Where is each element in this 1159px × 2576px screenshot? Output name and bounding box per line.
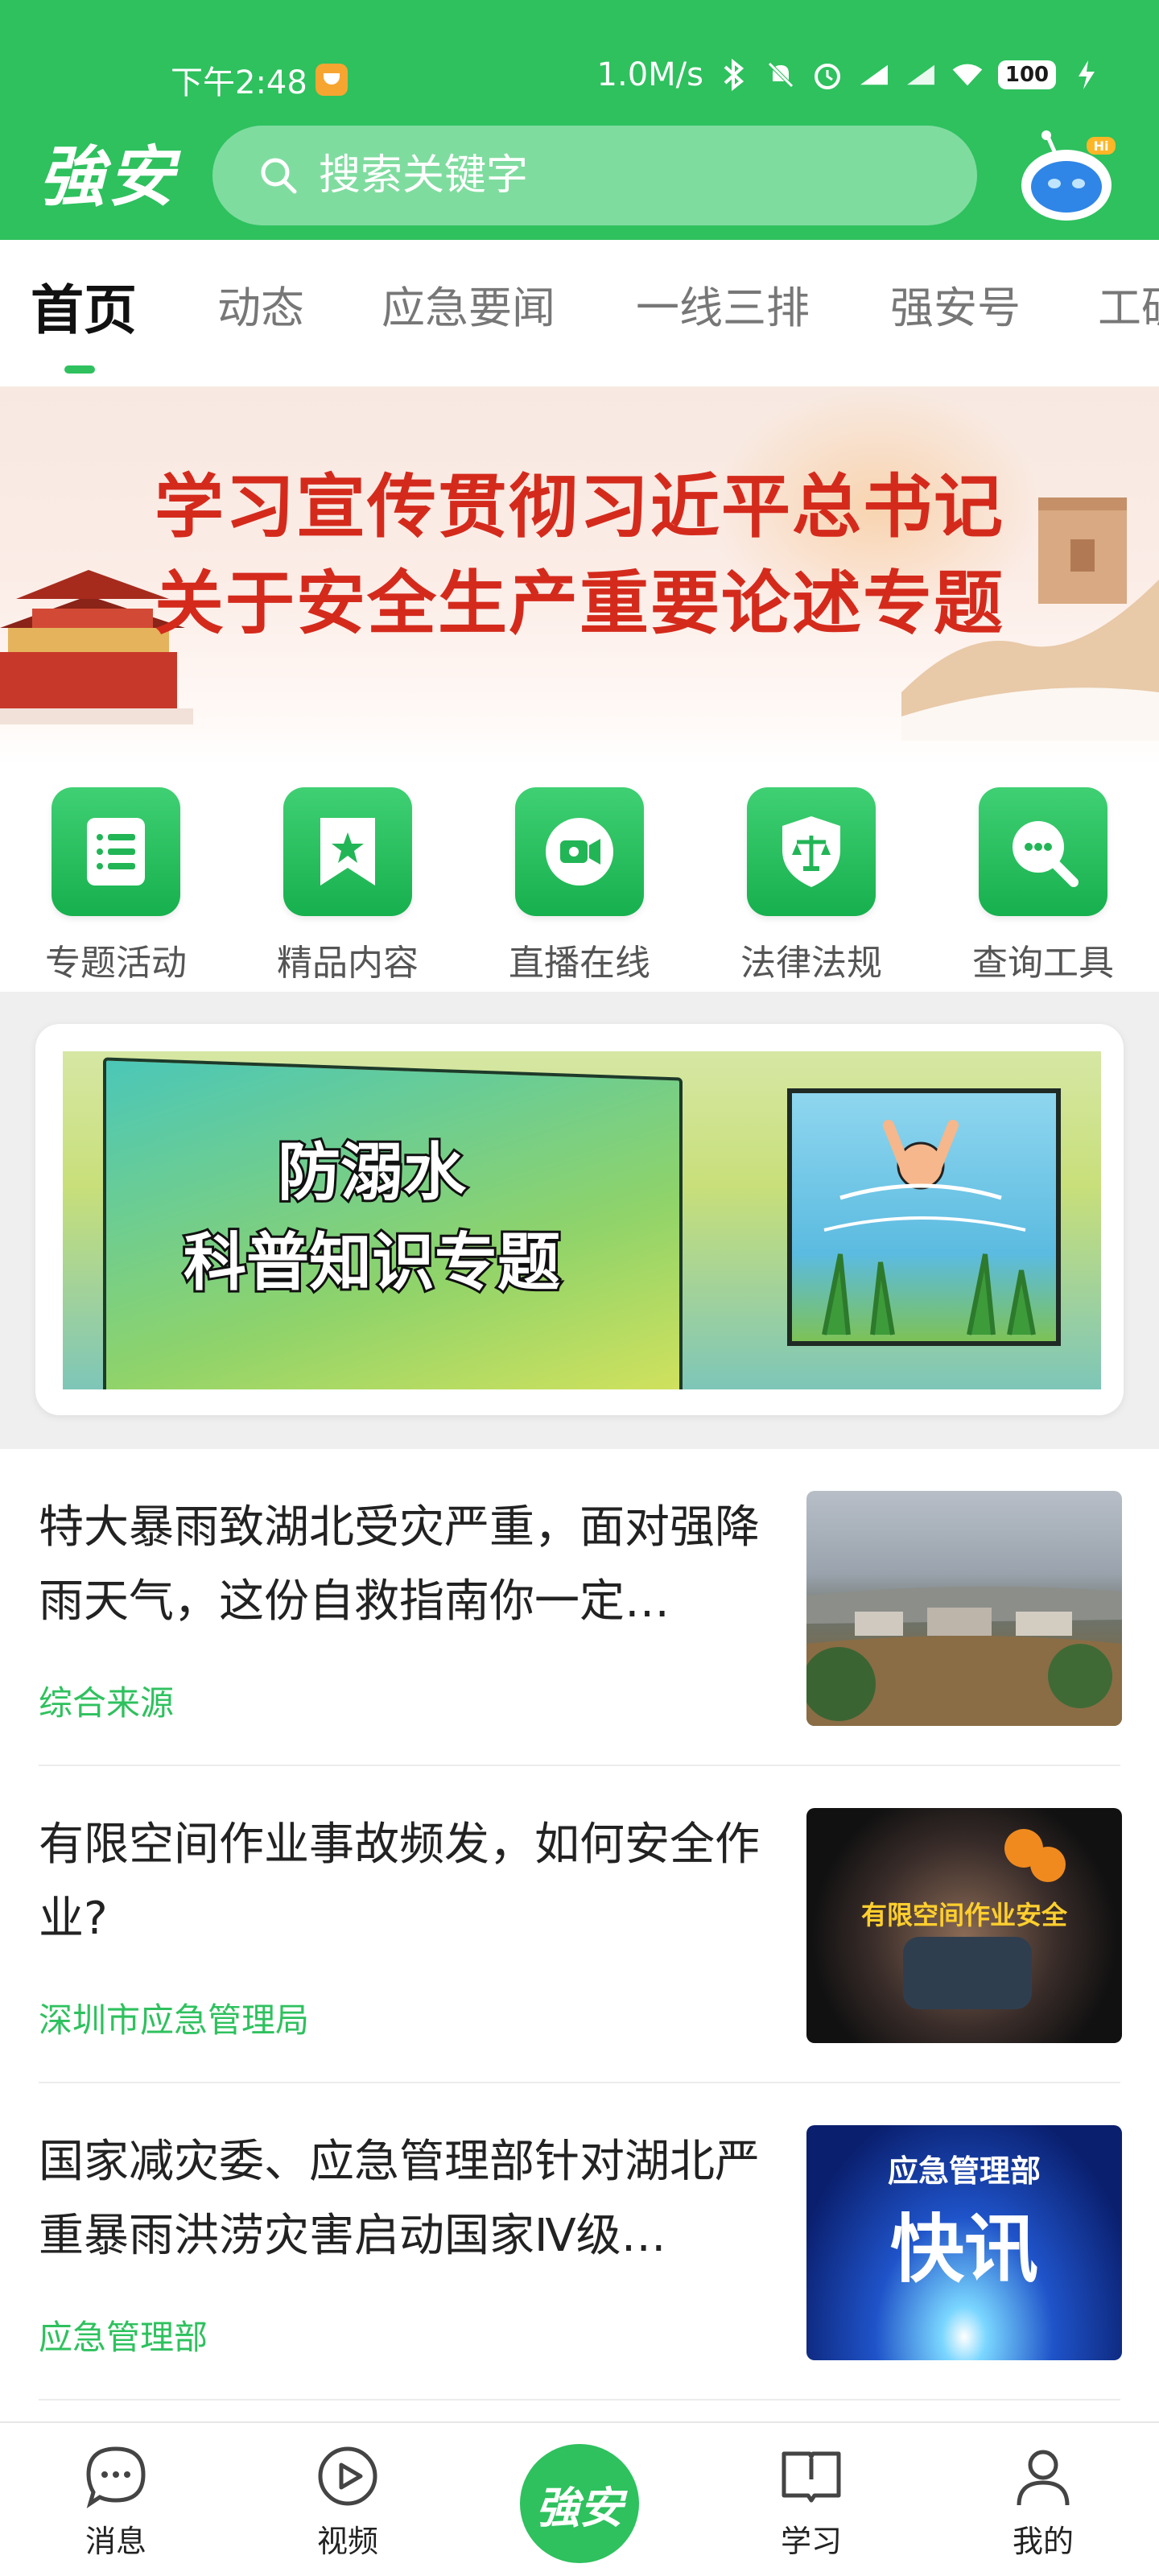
tab-emergency-news[interactable]: 应急要闻 xyxy=(382,272,555,336)
news-item[interactable]: 国家减灾委、应急管理部针对湖北严重暴雨洪涝灾害启动国家Ⅳ级… 应急管理部 应急管… xyxy=(0,2083,1159,2401)
nav-mine-label: 我的 xyxy=(1012,2524,1074,2559)
drowning-scene-illustration xyxy=(787,1088,1061,1346)
promo-image: 防溺水 科普知识专题 xyxy=(63,1051,1101,1389)
promo-title-line2: 科普知识专题 xyxy=(181,1224,563,1302)
drowning-prevention-card[interactable]: 防溺水 科普知识专题 xyxy=(35,1024,1124,1415)
chat-bubble-icon xyxy=(86,2446,146,2508)
news-source: 综合来源 xyxy=(39,1683,175,1723)
nav-messages-label: 消息 xyxy=(85,2524,146,2559)
tab-mining[interactable]: 工矿 xyxy=(1098,272,1159,336)
assistant-robot-icon[interactable]: Hi xyxy=(1016,129,1117,225)
news-source: 应急管理部 xyxy=(39,2318,208,2357)
news-divider xyxy=(39,2399,1120,2401)
status-left: 下午2:48 xyxy=(171,56,348,103)
news-title[interactable]: 特大暴雨致湖北受灾严重，面对强降雨天气，这份自救指南你一定… xyxy=(39,1491,763,1639)
news-source: 深圳市应急管理局 xyxy=(39,2000,310,2040)
active-tab-indicator xyxy=(64,365,95,374)
alarm-clock-icon xyxy=(811,59,843,91)
signal-hd-icon xyxy=(858,59,890,91)
hero-title-line2: 关于安全生产重要论述专题 xyxy=(155,563,1004,644)
hero-title-line1: 学习宣传贯彻习近平总书记 xyxy=(155,466,1004,547)
shield-scale-icon xyxy=(747,787,876,916)
quick-action-laws-label: 法律法规 xyxy=(740,943,882,984)
quick-action-topics-label: 专题活动 xyxy=(45,943,187,984)
search-dots-icon xyxy=(979,787,1107,916)
quick-action-premium[interactable]: 精品内容 xyxy=(259,787,436,985)
bluetooth-icon xyxy=(718,59,750,91)
news-item[interactable]: 有限空间作业事故频发，如何安全作业? 深圳市应急管理局 有限空间作业安全 xyxy=(0,1766,1159,2083)
nav-study[interactable]: 学习 xyxy=(731,2442,892,2561)
category-tabs: 首页 动态 应急要闻 一线三排 强安号 工矿 xyxy=(0,240,1159,386)
quick-action-laws[interactable]: 法律法规 xyxy=(723,787,900,985)
signal-hd-2-icon xyxy=(905,59,937,91)
promo-section: 防溺水 科普知识专题 xyxy=(0,992,1159,1449)
quick-action-query-tools[interactable]: 查询工具 xyxy=(955,787,1132,985)
quick-action-query-tools-label: 查询工具 xyxy=(972,943,1114,984)
bottom-navigation: 消息 视频 強安 学习 我的 xyxy=(0,2421,1159,2576)
promo-title-line1: 防溺水 xyxy=(275,1134,468,1212)
list-document-icon xyxy=(52,787,180,916)
news-item[interactable]: 特大暴雨致湖北受灾严重，面对强降雨天气，这份自救指南你一定… 综合来源 xyxy=(0,1449,1159,1766)
quick-action-live-label: 直播在线 xyxy=(509,943,650,984)
tab-home[interactable]: 首页 xyxy=(31,267,137,345)
hero-title: 学习宣传贯彻习近平总书记 关于安全生产重要论述专题 xyxy=(0,459,1159,652)
nav-study-label: 学习 xyxy=(780,2524,842,2559)
news-thumbnail[interactable]: 应急管理部 快讯 xyxy=(806,2125,1122,2360)
quick-actions: 专题活动 精品内容 直播在线 法律法规 查询工具 xyxy=(0,773,1159,992)
news-list: 特大暴雨致湖北受灾严重，面对强降雨天气，这份自救指南你一定… 综合来源 有限空间… xyxy=(0,1449,1159,2415)
news-thumbnail[interactable] xyxy=(806,1491,1122,1726)
tab-frontline[interactable]: 一线三排 xyxy=(636,272,810,336)
nav-home-center-button[interactable]: 強安 xyxy=(520,2444,639,2563)
news-thumbnail-headline: 快讯 xyxy=(889,2206,1038,2293)
search-icon xyxy=(261,158,297,194)
app-header: 下午2:48 1.0M/s 100 強安 搜索关键字 Hi xyxy=(0,0,1159,240)
wifi-icon xyxy=(951,59,984,91)
quick-action-live[interactable]: 直播在线 xyxy=(491,787,668,985)
mute-bell-icon xyxy=(765,59,797,91)
news-title[interactable]: 有限空间作业事故频发，如何安全作业? xyxy=(39,1808,763,1956)
tab-dynamics[interactable]: 动态 xyxy=(217,272,304,336)
play-circle-icon xyxy=(318,2446,377,2506)
nav-video[interactable]: 视频 xyxy=(267,2442,428,2561)
news-thumbnail-caption: 有限空间作业安全 xyxy=(860,1900,1067,1930)
hero-banner[interactable]: 学习宣传贯彻习近平总书记 关于安全生产重要论述专题 xyxy=(0,386,1159,765)
open-book-icon xyxy=(782,2451,841,2503)
search-input[interactable] xyxy=(319,151,930,200)
status-right: 1.0M/s 100 xyxy=(597,56,1103,93)
network-speed: 1.0M/s xyxy=(596,56,703,93)
tab-qiangan-account[interactable]: 强安号 xyxy=(890,272,1021,336)
charging-bolt-icon xyxy=(1070,59,1103,91)
status-time: 下午2:48 xyxy=(171,64,307,101)
brand-logo[interactable]: 強安 xyxy=(39,137,192,217)
news-thumbnail-caption: 应急管理部 xyxy=(887,2153,1041,2189)
status-bar: 下午2:48 1.0M/s 100 xyxy=(0,48,1159,113)
nav-mine[interactable]: 我的 xyxy=(963,2442,1124,2561)
quick-action-premium-label: 精品内容 xyxy=(277,943,419,984)
promo-title: 防溺水 科普知识专题 xyxy=(181,1128,563,1308)
news-title[interactable]: 国家减灾委、应急管理部针对湖北严重暴雨洪涝灾害启动国家Ⅳ级… xyxy=(39,2125,763,2273)
nav-video-label: 视频 xyxy=(316,2524,378,2559)
battery-indicator: 100 xyxy=(998,60,1056,89)
quick-action-topics[interactable]: 专题活动 xyxy=(27,787,204,985)
nav-messages[interactable]: 消息 xyxy=(35,2442,196,2561)
bookmark-star-icon xyxy=(283,787,412,916)
notification-app-icon xyxy=(315,64,348,96)
video-camera-icon xyxy=(515,787,644,916)
user-profile-icon xyxy=(1017,2450,1070,2506)
search-bar[interactable] xyxy=(212,126,977,225)
news-thumbnail[interactable]: 有限空间作业安全 xyxy=(806,1808,1122,2043)
assistant-badge: Hi xyxy=(1094,138,1109,154)
